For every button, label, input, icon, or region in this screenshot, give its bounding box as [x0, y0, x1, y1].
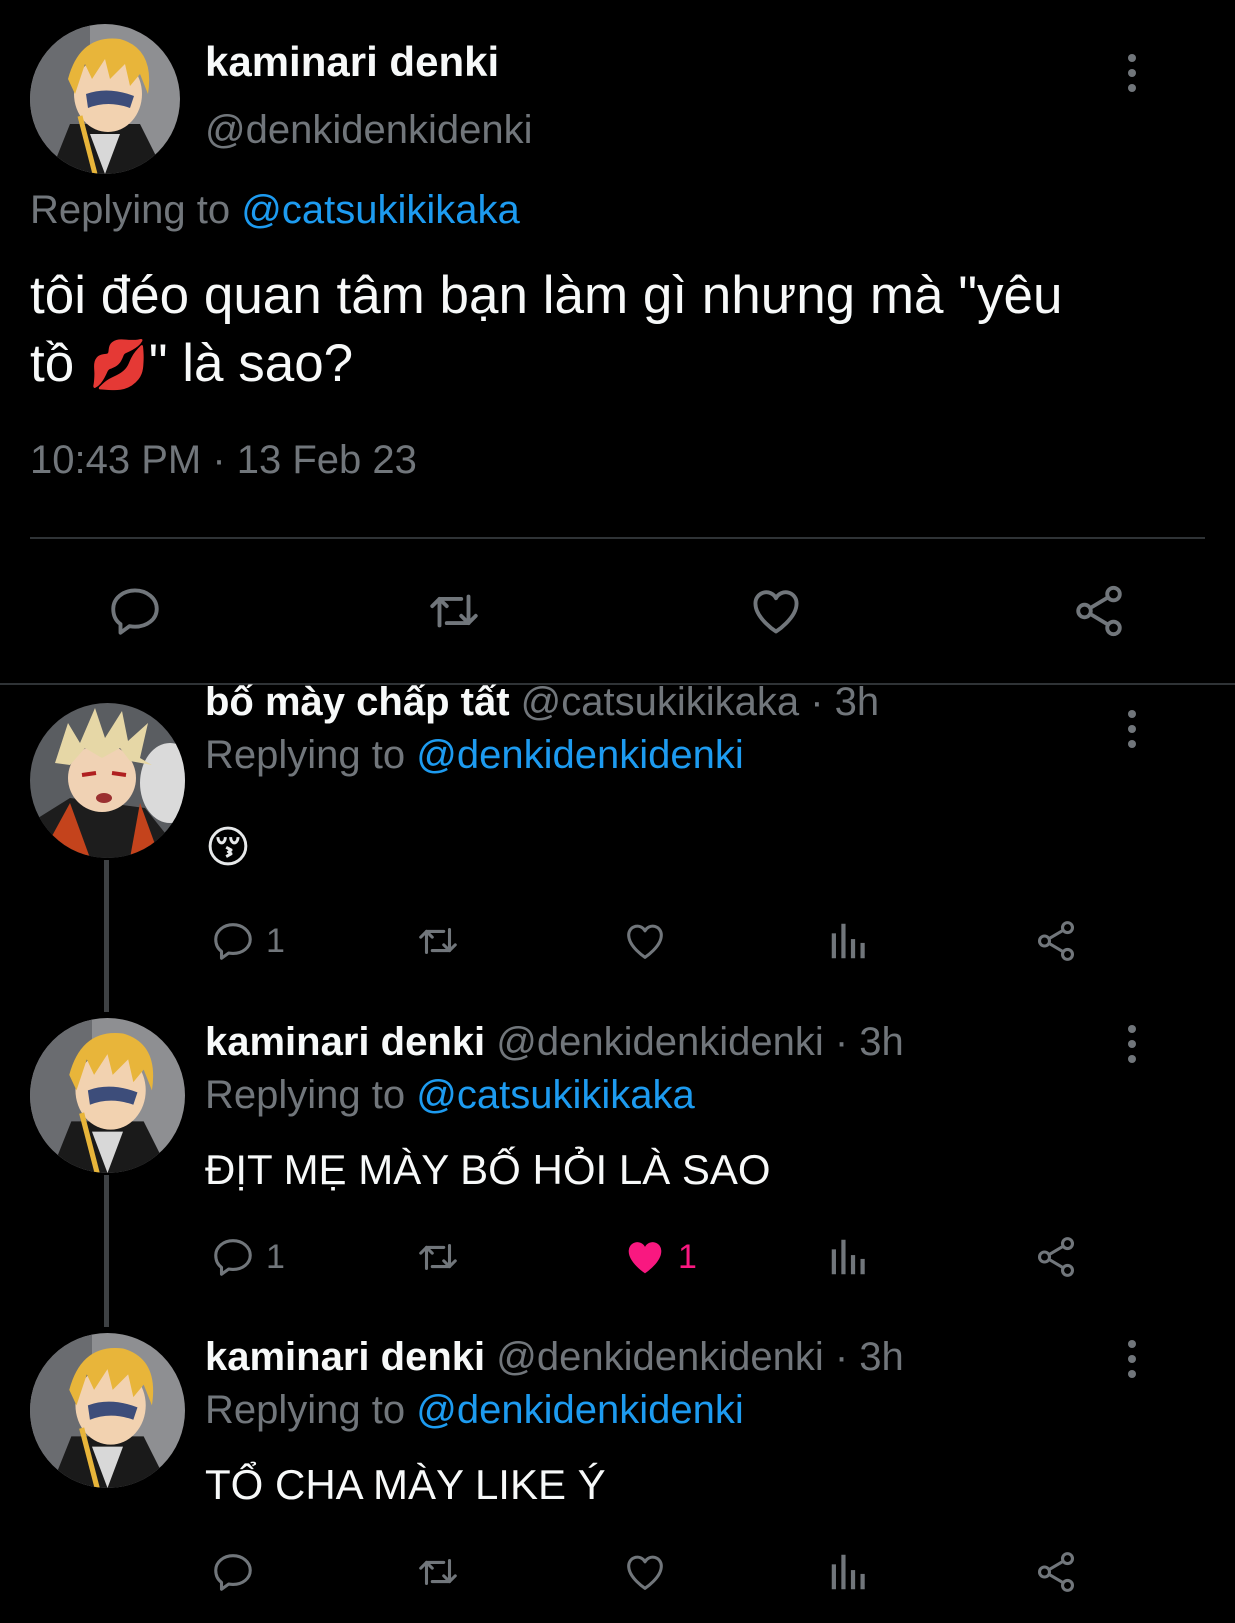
like-icon [627, 924, 663, 959]
replying-label: Replying to [205, 1073, 406, 1117]
tweet-time[interactable]: · 3h [835, 1335, 904, 1379]
share-button[interactable] [1070, 582, 1128, 640]
more-icon[interactable] [1122, 48, 1142, 98]
avatar[interactable] [30, 24, 180, 174]
like-button[interactable]: 1 [622, 1234, 697, 1280]
like-button[interactable] [747, 582, 805, 640]
tweet-header: bố mày chấp tất @catsukikikaka · 3h [205, 680, 879, 725]
tweet-text: tôi đéo quan tâm bạn làm gì nhưng mà "yê… [30, 262, 1210, 400]
replying-to: Replying to @catsukikikaka [30, 188, 520, 233]
analytics-button[interactable] [826, 1234, 872, 1280]
like-icon-filled [628, 1242, 662, 1274]
tweet-text: 😚 [205, 823, 251, 872]
replying-to-link[interactable]: @denkidenkidenki [416, 733, 743, 777]
handle[interactable]: @denkidenkidenki [205, 108, 532, 153]
display-name[interactable]: kaminari denki [205, 38, 499, 86]
handle[interactable]: @denkidenkidenki [496, 1020, 823, 1064]
kiss-mark-emoji: 💋 [88, 339, 149, 392]
share-icon [1037, 1552, 1075, 1592]
share-icon [1037, 921, 1075, 961]
tweet-text-part: " là sao? [148, 334, 354, 393]
share-icon [1076, 585, 1122, 637]
handle[interactable]: @denkidenkidenki [496, 1335, 823, 1379]
replying-to-link[interactable]: @catsukikikaka [241, 188, 519, 232]
replying-to-link[interactable]: @catsukikikaka [416, 1073, 694, 1117]
analytics-icon [831, 1239, 865, 1275]
like-icon [627, 1555, 663, 1590]
more-icon[interactable] [1122, 1019, 1142, 1069]
thread-line [104, 860, 109, 1012]
tweet-text-line2: tồ 💋" là sao? [30, 330, 1210, 400]
replying-to: Replying to @denkidenkidenki [205, 1388, 744, 1433]
reply-count: 1 [266, 921, 285, 960]
retweet-icon [419, 927, 457, 955]
replying-label: Replying to [205, 1388, 406, 1432]
reply-icon [111, 588, 159, 635]
reply-button[interactable] [210, 1549, 266, 1595]
tweet-header: kaminari denki @denkidenkidenki · 3h [205, 1335, 904, 1380]
avatar[interactable] [30, 1333, 185, 1488]
tweet-text: TỔ CHA MÀY LIKE Ý [205, 1461, 606, 1508]
reply-button[interactable]: 1 [210, 1234, 285, 1280]
like-icon [753, 590, 799, 634]
tweet-time[interactable]: · 3h [835, 1020, 904, 1064]
handle[interactable]: @catsukikikaka [521, 680, 799, 724]
retweet-button[interactable] [413, 1234, 463, 1280]
retweet-icon [419, 1243, 457, 1271]
analytics-icon [831, 923, 865, 959]
retweet-icon [430, 594, 478, 628]
display-name[interactable]: kaminari denki [205, 1020, 485, 1064]
retweet-button[interactable] [413, 1549, 463, 1595]
like-button[interactable] [622, 1549, 678, 1595]
retweet-icon [419, 1558, 457, 1586]
analytics-icon [831, 1554, 865, 1590]
share-button[interactable] [1033, 1549, 1079, 1595]
reply-button[interactable] [106, 582, 164, 640]
retweet-button[interactable] [423, 582, 485, 640]
more-icon[interactable] [1122, 704, 1142, 754]
tweet-header: kaminari denki @denkidenkidenki · 3h [205, 1020, 904, 1065]
reply-icon [214, 923, 252, 960]
tweet-text-line1: tôi đéo quan tâm bạn làm gì nhưng mà "yê… [30, 266, 1063, 325]
share-button[interactable] [1033, 1234, 1079, 1280]
reply-count: 1 [266, 1237, 285, 1276]
timestamp[interactable]: 10:43 PM · 13 Feb 23 [30, 438, 417, 483]
display-name[interactable]: kaminari denki [205, 1335, 485, 1379]
tweet-time[interactable]: · 3h [810, 680, 879, 724]
retweet-button[interactable] [413, 918, 463, 964]
divider [30, 537, 1205, 539]
avatar[interactable] [30, 703, 185, 858]
reply-button[interactable]: 1 [210, 918, 285, 964]
replying-label: Replying to [30, 188, 231, 232]
analytics-button[interactable] [826, 918, 872, 964]
thread-line [104, 1175, 109, 1327]
reply-icon [214, 1239, 252, 1276]
replying-to: Replying to @denkidenkidenki [205, 733, 744, 778]
display-name[interactable]: bố mày chấp tất [205, 680, 510, 724]
more-icon[interactable] [1122, 1334, 1142, 1384]
tweet-text-part: tồ [30, 334, 75, 393]
avatar[interactable] [30, 1018, 185, 1173]
replying-to-link[interactable]: @denkidenkidenki [416, 1388, 743, 1432]
reply-icon [214, 1554, 252, 1591]
replying-to: Replying to @catsukikikaka [205, 1073, 695, 1118]
tweet-text: ĐỊT MẸ MÀY BỐ HỎI LÀ SAO [205, 1146, 771, 1193]
share-button[interactable] [1033, 918, 1079, 964]
like-button[interactable] [622, 918, 678, 964]
analytics-button[interactable] [826, 1549, 872, 1595]
replying-label: Replying to [205, 733, 406, 777]
share-icon [1037, 1237, 1075, 1277]
like-count: 1 [678, 1237, 697, 1276]
